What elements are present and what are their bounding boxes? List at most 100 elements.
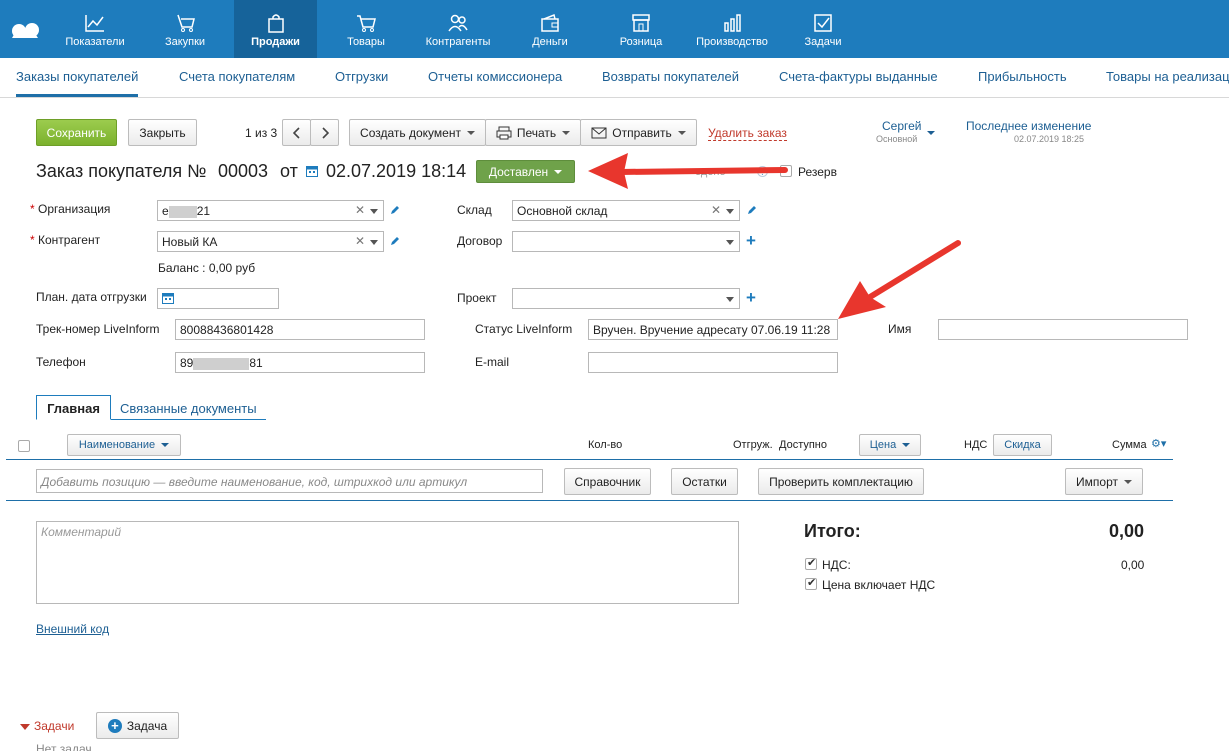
select-all-checkbox[interactable] xyxy=(18,440,30,452)
add-project-icon[interactable]: + xyxy=(746,289,756,306)
column-name-dropdown[interactable]: Наименование xyxy=(67,434,181,456)
nav-money[interactable]: Деньги xyxy=(520,0,580,58)
counterparty-label-text: Контрагент xyxy=(38,233,101,247)
checkbox-icon xyxy=(814,14,832,32)
column-name-label: Наименование xyxy=(78,439,156,451)
calendar-icon[interactable] xyxy=(162,292,174,304)
print-dropdown[interactable]: Печать xyxy=(485,119,581,146)
phone-input[interactable]: 89 81 xyxy=(175,352,425,373)
order-number[interactable]: 00003 xyxy=(218,161,268,182)
subnav-customer-orders[interactable]: Заказы покупателей xyxy=(16,69,138,84)
nav-counterparties[interactable]: Контрагенты xyxy=(420,0,496,58)
chevron-down-icon[interactable] xyxy=(726,240,734,245)
comment-textarea[interactable]: Комментарий xyxy=(36,521,739,604)
delete-order-link[interactable]: Удалить заказ xyxy=(708,126,787,141)
save-button[interactable]: Сохранить xyxy=(36,119,117,146)
column-vat: НДС xyxy=(964,439,988,451)
pencil-icon[interactable] xyxy=(390,205,400,215)
nav-goods[interactable]: Товары xyxy=(334,0,398,58)
nav-sales[interactable]: Продажи xyxy=(234,0,317,58)
from-label: от xyxy=(280,161,298,181)
status-dropdown[interactable]: Доставлен xyxy=(476,160,575,183)
tasks-toggle[interactable]: Задачи xyxy=(20,719,74,733)
logo-icon[interactable] xyxy=(10,16,40,40)
price-includes-vat-checkbox[interactable] xyxy=(805,576,817,590)
prev-button[interactable] xyxy=(282,119,311,146)
clear-icon[interactable]: ✕ xyxy=(355,234,365,248)
ship-date-input[interactable] xyxy=(157,288,279,309)
create-document-dropdown[interactable]: Создать документ xyxy=(349,119,486,146)
status-liveinform-label: Статус LiveInform xyxy=(475,322,573,336)
clear-icon[interactable]: ✕ xyxy=(355,203,365,217)
status-liveinform-input[interactable]: Вручен. Вручение адресату 07.06.19 11:28 xyxy=(588,319,838,340)
external-code-link[interactable]: Внешний код xyxy=(36,622,109,636)
chevron-down-icon[interactable] xyxy=(370,240,378,245)
nav-production[interactable]: Производство xyxy=(692,0,772,58)
tab-main[interactable]: Главная xyxy=(36,395,111,420)
subnav-customer-invoices[interactable]: Счета покупателям xyxy=(179,69,295,84)
counterparty-select[interactable]: Новый КА ✕ xyxy=(157,231,384,252)
close-button[interactable]: Закрыть xyxy=(128,119,197,146)
add-contract-icon[interactable]: + xyxy=(746,232,756,249)
partial-text: едено xyxy=(695,166,726,178)
warehouse-select[interactable]: Основной склад ✕ xyxy=(512,200,740,221)
subnav-profitability[interactable]: Прибыльность xyxy=(978,69,1067,84)
user-role: Основной xyxy=(876,134,918,144)
chevron-down-icon[interactable] xyxy=(726,297,734,302)
column-price-dropdown[interactable]: Цена xyxy=(859,434,921,456)
nav-indicators[interactable]: Показатели xyxy=(58,0,132,58)
import-dropdown[interactable]: Импорт xyxy=(1065,468,1143,495)
calendar-icon[interactable] xyxy=(306,165,318,177)
ship-date-label: План. дата отгрузки xyxy=(36,290,147,304)
phone-value-prefix: 89 xyxy=(180,356,194,370)
stock-button[interactable]: Остатки xyxy=(671,468,738,495)
vat-checkbox[interactable] xyxy=(805,556,817,570)
annotation-arrow-liveinform xyxy=(838,240,961,319)
plus-circle-icon: + xyxy=(107,718,122,733)
total-label: Итого: xyxy=(804,521,861,541)
subnav-shipments[interactable]: Отгрузки xyxy=(335,69,388,84)
clear-icon[interactable]: ✕ xyxy=(711,203,721,217)
table-bottom-divider xyxy=(6,500,1173,501)
name-input[interactable] xyxy=(938,319,1188,340)
project-select[interactable] xyxy=(512,288,740,309)
organization-select[interactable]: е 21 ✕ xyxy=(157,200,384,221)
column-discount-button[interactable]: Скидка xyxy=(993,434,1052,456)
catalog-button[interactable]: Справочник xyxy=(564,468,651,495)
create-document-label: Создать документ xyxy=(360,125,461,140)
status-liveinform-value: Вручен. Вручение адресату 07.06.19 11:28 xyxy=(593,323,831,337)
chevron-down-icon xyxy=(161,443,170,447)
subnav-invoices-issued[interactable]: Счета-фактуры выданные xyxy=(779,69,938,84)
track-input[interactable]: 80088436801428 xyxy=(175,319,425,340)
nav-retail[interactable]: Розница xyxy=(612,0,670,58)
user-name[interactable]: Сергей xyxy=(882,119,922,133)
chevron-down-icon[interactable] xyxy=(726,209,734,214)
settings-gear-icon[interactable]: ⚙▾ xyxy=(1151,437,1166,450)
check-kit-button[interactable]: Проверить комплектацию xyxy=(758,468,924,495)
chevron-down-icon[interactable] xyxy=(927,131,935,135)
contract-select[interactable] xyxy=(512,231,740,252)
subnav-commission-reports[interactable]: Отчеты комиссионера xyxy=(428,69,562,84)
help-icon[interactable]: ? xyxy=(757,166,768,177)
email-input[interactable] xyxy=(588,352,838,373)
add-position-input[interactable]: Добавить позицию — введите наименование,… xyxy=(36,469,543,493)
nav-purchases[interactable]: Закупки xyxy=(150,0,220,58)
pencil-icon[interactable] xyxy=(747,205,757,215)
reserve-label: Резерв xyxy=(798,165,837,179)
pencil-icon[interactable] xyxy=(390,236,400,246)
tab-related-documents[interactable]: Связанные документы xyxy=(120,401,257,416)
reserve-checkbox[interactable] xyxy=(780,165,792,177)
subnav-goods-on-sale[interactable]: Товары на реализации xyxy=(1106,69,1229,84)
nav-tasks[interactable]: Задачи xyxy=(796,0,850,58)
chevron-down-icon xyxy=(466,130,475,135)
chevron-down-icon xyxy=(1123,479,1132,484)
order-date[interactable]: 02.07.2019 18:14 xyxy=(326,161,466,182)
subnav-customer-returns[interactable]: Возвраты покупателей xyxy=(602,69,739,84)
send-dropdown[interactable]: Отправить xyxy=(580,119,697,146)
chevron-down-icon xyxy=(20,723,30,730)
nav-label: Показатели xyxy=(65,36,125,48)
chevron-down-icon[interactable] xyxy=(370,209,378,214)
last-change-link[interactable]: Последнее изменение xyxy=(966,119,1091,133)
next-button[interactable] xyxy=(310,119,339,146)
add-task-button[interactable]: + Задача xyxy=(96,712,179,739)
